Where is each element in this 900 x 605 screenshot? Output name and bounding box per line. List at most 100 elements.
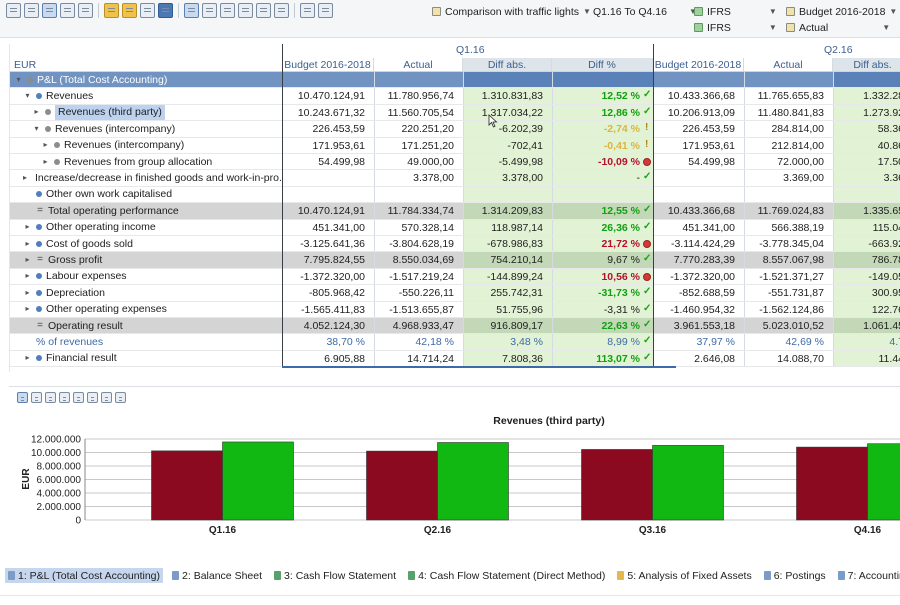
expand-icon[interactable]: ▸ xyxy=(23,269,32,284)
value-cell[interactable]: -663.92 xyxy=(833,236,900,251)
row-label-cell[interactable]: ▸ Other operating income xyxy=(23,220,282,235)
value-cell[interactable]: 38,70 % xyxy=(282,334,374,349)
row-label-cell[interactable]: ▸ Depreciation xyxy=(23,285,282,300)
search-icon[interactable] xyxy=(78,3,93,18)
row-label-cell[interactable]: ▸ Increase/decrease in finished goods and… xyxy=(23,170,282,185)
value-cell[interactable]: 1.310.831,83 xyxy=(463,88,552,103)
value-cell[interactable]: 6.905,88 xyxy=(282,351,374,366)
table-icon[interactable] xyxy=(24,3,39,18)
value-cell[interactable]: 58.36 xyxy=(833,121,900,136)
value-cell[interactable]: 54.499,98 xyxy=(282,154,374,169)
value-cell[interactable]: 4.7 xyxy=(833,334,900,349)
value-cell[interactable]: 284.814,00 xyxy=(744,121,833,136)
table-row[interactable]: ▸ Financial result 6.905,88 14.714,24 7.808,… xyxy=(10,350,900,368)
collapse-icon[interactable]: ▾ xyxy=(14,72,23,87)
value-cell[interactable]: -805.968,42 xyxy=(282,285,374,300)
value-cell[interactable]: 4.968.933,47 xyxy=(374,318,463,333)
value-cell[interactable]: 10.243.671,32 xyxy=(282,105,374,120)
diff-percent-cell[interactable]: - xyxy=(552,170,653,185)
value-cell[interactable]: 7.770.283,39 xyxy=(653,252,744,267)
column-header[interactable]: Diff % xyxy=(552,58,653,71)
value-cell[interactable]: 11.784.334,74 xyxy=(374,203,463,218)
columns-icon[interactable] xyxy=(202,3,217,18)
window-icon[interactable] xyxy=(60,3,75,18)
row-label-cell[interactable]: Other own work capitalised xyxy=(23,187,282,202)
diff-percent-cell[interactable]: 8,99 % xyxy=(552,334,653,349)
diff-percent-cell[interactable]: -10,09 % xyxy=(552,154,653,169)
expand-icon[interactable]: ▸ xyxy=(41,154,50,169)
value-cell[interactable]: -852.688,59 xyxy=(653,285,744,300)
value-cell[interactable]: 3.369,00 xyxy=(744,170,833,185)
value-cell[interactable]: -3.114.424,29 xyxy=(653,236,744,251)
value-cell[interactable]: -702,41 xyxy=(463,138,552,153)
value-cell[interactable]: 11.780.956,74 xyxy=(374,88,463,103)
diff-percent-cell[interactable]: 26,36 % xyxy=(552,220,653,235)
value-cell[interactable]: -1.372.320,00 xyxy=(282,269,374,284)
grid-icon[interactable] xyxy=(238,3,253,18)
value-cell[interactable]: -1.521.371,27 xyxy=(744,269,833,284)
value-cell[interactable] xyxy=(653,170,744,185)
column-header[interactable]: Diff abs. xyxy=(463,58,552,71)
value-cell[interactable]: 451.341,00 xyxy=(282,220,374,235)
value-cell[interactable]: 1.335.65 xyxy=(833,203,900,218)
tab-report-3[interactable]: 3: Cash Flow Statement xyxy=(271,568,399,583)
table-row[interactable]: ▸ Labour expenses -1.372.320,00 -1.517.219,… xyxy=(10,268,900,286)
value-cell[interactable]: -551.731,87 xyxy=(744,285,833,300)
value-cell[interactable]: 5.023.010,52 xyxy=(744,318,833,333)
value-cell[interactable]: 10.433.366,68 xyxy=(653,203,744,218)
value-cell[interactable] xyxy=(282,72,374,87)
value-cell[interactable]: 1.273.92 xyxy=(833,105,900,120)
diff-percent-cell[interactable]: 10,56 % xyxy=(552,269,653,284)
row-label-cell[interactable]: ▾ P&L (Total Cost Accounting) xyxy=(14,72,282,87)
diff-percent-cell[interactable] xyxy=(552,187,653,202)
diff-percent-cell[interactable]: -3,31 % xyxy=(552,302,653,317)
value-cell[interactable]: 1.061.45 xyxy=(833,318,900,333)
gear-icon[interactable] xyxy=(300,3,315,18)
value-cell[interactable]: 1.332.28 xyxy=(833,88,900,103)
version-dropdown-2[interactable]: Actual ▼ xyxy=(786,20,890,35)
table-row[interactable]: = Total operating performance 10.470.124,9… xyxy=(10,202,900,220)
value-cell[interactable]: 3,48 % xyxy=(463,334,552,349)
value-cell[interactable] xyxy=(282,170,374,185)
value-cell[interactable]: 118.987,14 xyxy=(463,220,552,235)
value-cell[interactable]: 8.550.034,69 xyxy=(374,252,463,267)
tab-report-5[interactable]: 5: Analysis of Fixed Assets xyxy=(614,568,754,583)
value-cell[interactable]: 226.453,59 xyxy=(282,121,374,136)
text-icon[interactable] xyxy=(184,3,199,18)
value-cell[interactable]: -149.05 xyxy=(833,269,900,284)
value-cell[interactable]: -1.565.411,83 xyxy=(282,302,374,317)
value-cell[interactable]: 226.453,59 xyxy=(653,121,744,136)
row-label-cell[interactable]: = Total operating performance xyxy=(23,203,282,218)
document-settings-icon[interactable] xyxy=(140,3,155,18)
value-cell[interactable]: 49.000,00 xyxy=(374,154,463,169)
value-cell[interactable]: -678.986,83 xyxy=(463,236,552,251)
expand-icon[interactable]: ▸ xyxy=(23,252,32,267)
value-cell[interactable]: 42,18 % xyxy=(374,334,463,349)
value-cell[interactable]: 3.36 xyxy=(833,170,900,185)
value-cell[interactable]: -550.226,11 xyxy=(374,285,463,300)
value-cell[interactable]: 786.78 xyxy=(833,252,900,267)
value-cell[interactable]: -144.899,24 xyxy=(463,269,552,284)
value-cell[interactable]: -3.778.345,04 xyxy=(744,236,833,251)
value-cell[interactable] xyxy=(744,187,833,202)
value-cell[interactable] xyxy=(833,187,900,202)
row-label-cell[interactable]: ▸ Revenues (third party) xyxy=(32,104,282,121)
table-row[interactable]: ▸ Increase/decrease in finished goods and… xyxy=(10,169,900,187)
row-label-cell[interactable]: ▸ = Gross profit xyxy=(23,252,282,267)
expand-icon[interactable]: ▸ xyxy=(23,285,32,300)
row-label-cell[interactable]: ▸ Financial result xyxy=(23,351,282,366)
diff-percent-cell[interactable] xyxy=(552,72,653,87)
diff-percent-cell[interactable]: -0,41 % xyxy=(552,138,653,153)
value-cell[interactable]: 451.341,00 xyxy=(653,220,744,235)
value-cell[interactable]: 4.052.124,30 xyxy=(282,318,374,333)
value-cell[interactable]: 3.378,00 xyxy=(374,170,463,185)
table-row[interactable]: ▸ Other operating expenses -1.565.411,83 -1… xyxy=(10,301,900,318)
row-label-cell[interactable]: = Operating result xyxy=(23,318,282,333)
tab-report-4[interactable]: 4: Cash Flow Statement (Direct Method) xyxy=(405,568,608,583)
value-cell[interactable]: 171.953,61 xyxy=(653,138,744,153)
value-cell[interactable] xyxy=(653,72,744,87)
value-cell[interactable]: 2.646,08 xyxy=(653,351,744,366)
balance-icon[interactable] xyxy=(318,3,333,18)
row-label-cell[interactable]: ▸ Cost of goods sold xyxy=(23,236,282,251)
table-row[interactable]: ▾ Revenues (intercompany) 226.453,59 220.25… xyxy=(10,120,900,138)
